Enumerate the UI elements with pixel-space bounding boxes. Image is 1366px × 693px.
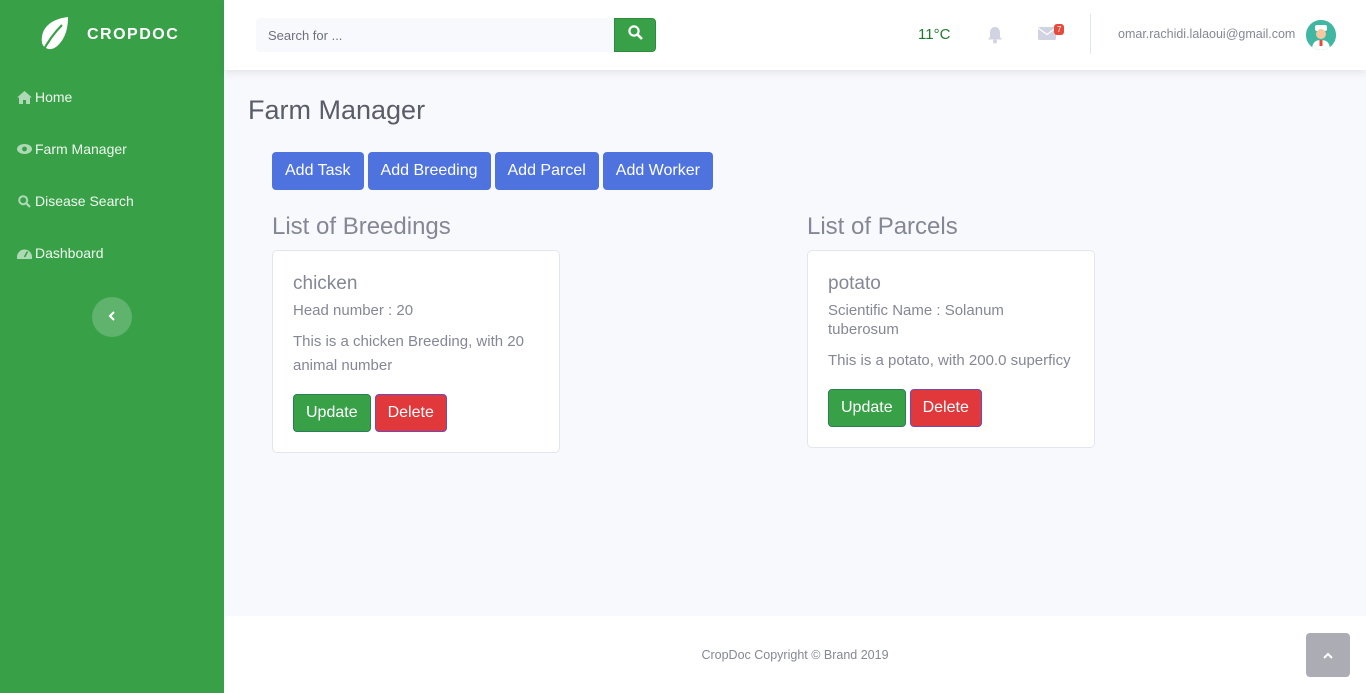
parcel-card: potato Scientific Name : Solanum tuberos… [807,250,1095,448]
sidebar-item-disease-search[interactable]: Disease Search [0,175,224,227]
sidebar-toggle-button[interactable] [92,297,132,337]
search-bar [256,18,656,52]
sidebar: CROPDOC Home Farm Manager Disease Search… [0,0,224,693]
card-detail: Scientific Name : Solanum tuberosum [828,302,1004,338]
parcels-title: List of Parcels [807,213,958,240]
action-buttons: Add Task Add Breeding Add Parcel Add Wor… [272,152,713,190]
card-text: This is a chicken Breeding, with 20 anim… [293,333,524,374]
search-icon [16,193,32,209]
sidebar-item-label: Farm Manager [35,141,127,157]
topbar: 11°C 7 omar.rachidi.lalaoui@gmail.com [224,0,1366,70]
eye-icon [16,141,32,157]
scroll-to-top-button[interactable] [1306,633,1350,677]
card-title: chicken [293,273,358,294]
leaf-icon [37,15,71,55]
sidebar-item-label: Home [35,89,73,105]
sidebar-item-dashboard[interactable]: Dashboard [0,227,224,279]
add-breeding-button[interactable]: Add Breeding [367,152,491,190]
search-input[interactable] [256,18,614,52]
add-task-button[interactable]: Add Task [272,152,364,190]
home-icon [16,89,32,105]
add-worker-button[interactable]: Add Worker [602,152,713,190]
footer: CropDoc Copyright © Brand 2019 [224,616,1366,693]
card-text: This is a potato, with 200.0 superficy [828,352,1071,369]
breedings-title: List of Breedings [272,213,451,240]
tachometer-icon [16,245,32,261]
delete-button[interactable]: Delete [374,394,447,432]
update-button[interactable]: Update [293,394,371,432]
sidebar-item-home[interactable]: Home [0,71,224,123]
temperature-readout: 11°C [918,26,951,43]
page-title: Farm Manager [248,95,426,125]
add-parcel-button[interactable]: Add Parcel [494,152,599,190]
bell-icon[interactable] [987,26,1005,44]
search-icon [627,25,643,45]
sidebar-item-farm-manager[interactable]: Farm Manager [0,123,224,175]
footer-copyright: CropDoc Copyright © Brand 2019 [701,647,889,662]
card-title: potato [828,273,881,294]
chevron-up-icon [1323,646,1333,664]
messages-badge: 7 [1054,24,1065,35]
update-button[interactable]: Update [828,389,906,427]
avatar[interactable] [1306,20,1336,50]
delete-button[interactable]: Delete [909,389,982,427]
sidebar-item-label: Dashboard [35,245,104,261]
breeding-card: chicken Head number : 20 This is a chick… [272,250,560,453]
topbar-divider [1090,14,1091,54]
sidebar-item-label: Disease Search [35,193,134,209]
user-email[interactable]: omar.rachidi.lalaoui@gmail.com [1118,27,1295,41]
brand[interactable]: CROPDOC [0,0,224,70]
brand-name: CROPDOC [87,26,180,43]
search-button[interactable] [614,18,656,52]
card-detail: Head number : 20 [293,302,414,319]
chevron-left-icon [108,308,116,326]
